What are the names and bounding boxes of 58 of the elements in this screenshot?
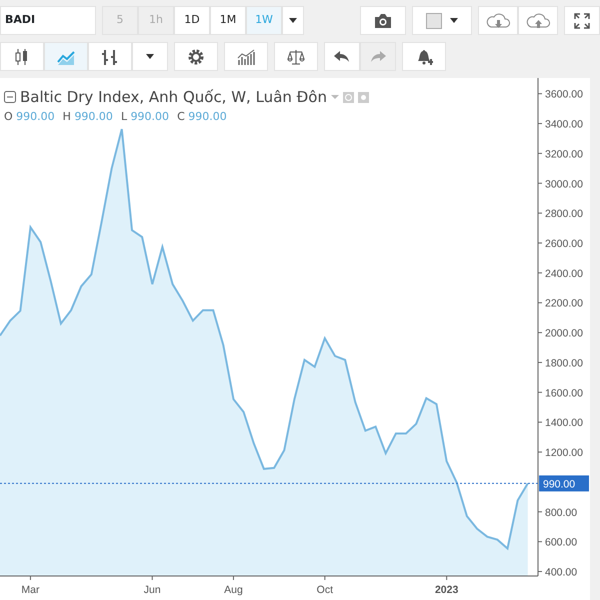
interval-button[interactable]: 1D xyxy=(174,6,210,35)
settings-icon xyxy=(187,48,205,66)
ref-line-label: 990.00 xyxy=(543,478,576,490)
axis-label: Oct xyxy=(316,584,333,596)
camera-icon xyxy=(374,14,392,28)
camera-button[interactable] xyxy=(360,6,406,35)
price-label: 990.00 xyxy=(539,475,589,492)
axis-label: 1200.00 xyxy=(545,447,583,460)
fullscreen-icon xyxy=(574,12,590,28)
axis-label: 3000.00 xyxy=(545,178,583,190)
indicators-button[interactable] xyxy=(224,42,268,71)
caret-icon xyxy=(289,18,297,23)
cloud-download-icon xyxy=(486,12,510,30)
axis-label: 2000.00 xyxy=(545,328,583,340)
swatch-icon xyxy=(426,12,442,28)
compare-button[interactable] xyxy=(274,42,318,71)
axis-label: 3200.00 xyxy=(545,148,583,160)
dropdown-button[interactable] xyxy=(282,6,304,35)
axis-label: 2023 xyxy=(434,584,458,596)
symbol-field[interactable]: BADI xyxy=(0,6,96,35)
axis-label: 2800.00 xyxy=(545,208,583,220)
axis-label: Jun xyxy=(144,584,161,596)
scales-icon xyxy=(287,48,305,66)
ohlc-value: L 990.00 xyxy=(120,108,170,124)
bell-plus-icon xyxy=(415,48,433,66)
caret-icon xyxy=(450,18,458,23)
undo-button[interactable] xyxy=(324,42,360,71)
ohlc-value: C 990.00 xyxy=(177,108,227,124)
axis-label: 2400.00 xyxy=(545,268,583,280)
series-title: Baltic Dry Index, Anh Quốc, W, Luân Đôn xyxy=(20,87,327,108)
upload-button[interactable] xyxy=(518,6,558,35)
color-button[interactable] xyxy=(412,6,472,35)
caret-icon xyxy=(146,54,154,59)
ohlc-value: H 990.00 xyxy=(62,108,113,124)
axis-label: 600.00 xyxy=(545,536,578,549)
axis-label: 1400.00 xyxy=(545,417,583,430)
axis-label: 800.00 xyxy=(545,506,578,519)
bars-button[interactable] xyxy=(88,42,132,71)
axis-label: 3400.00 xyxy=(545,118,583,131)
alert-button[interactable] xyxy=(402,42,446,71)
axis-label: 1600.00 xyxy=(545,387,583,400)
cloud-upload-icon xyxy=(526,12,550,30)
fullscreen-button[interactable] xyxy=(564,6,600,35)
axis-label: 2200.00 xyxy=(545,298,583,310)
collapse-icon[interactable] xyxy=(4,91,16,104)
axis-label: Mar xyxy=(21,584,40,596)
axis-label: 400.00 xyxy=(545,566,578,579)
interval-button[interactable]: 1M xyxy=(210,6,246,35)
indicators-icon xyxy=(237,48,255,66)
axis-label: 3600.00 xyxy=(545,88,583,101)
ohlc-value: O 990.00 xyxy=(4,108,55,124)
axis-label: Aug xyxy=(224,584,243,596)
axis-label: 1800.00 xyxy=(545,357,583,370)
candles-button[interactable] xyxy=(0,42,44,71)
settings-button[interactable] xyxy=(174,42,218,71)
axis-label: 2600.00 xyxy=(545,238,583,250)
bar-chart-icon xyxy=(101,48,119,66)
download-button[interactable] xyxy=(478,6,518,35)
